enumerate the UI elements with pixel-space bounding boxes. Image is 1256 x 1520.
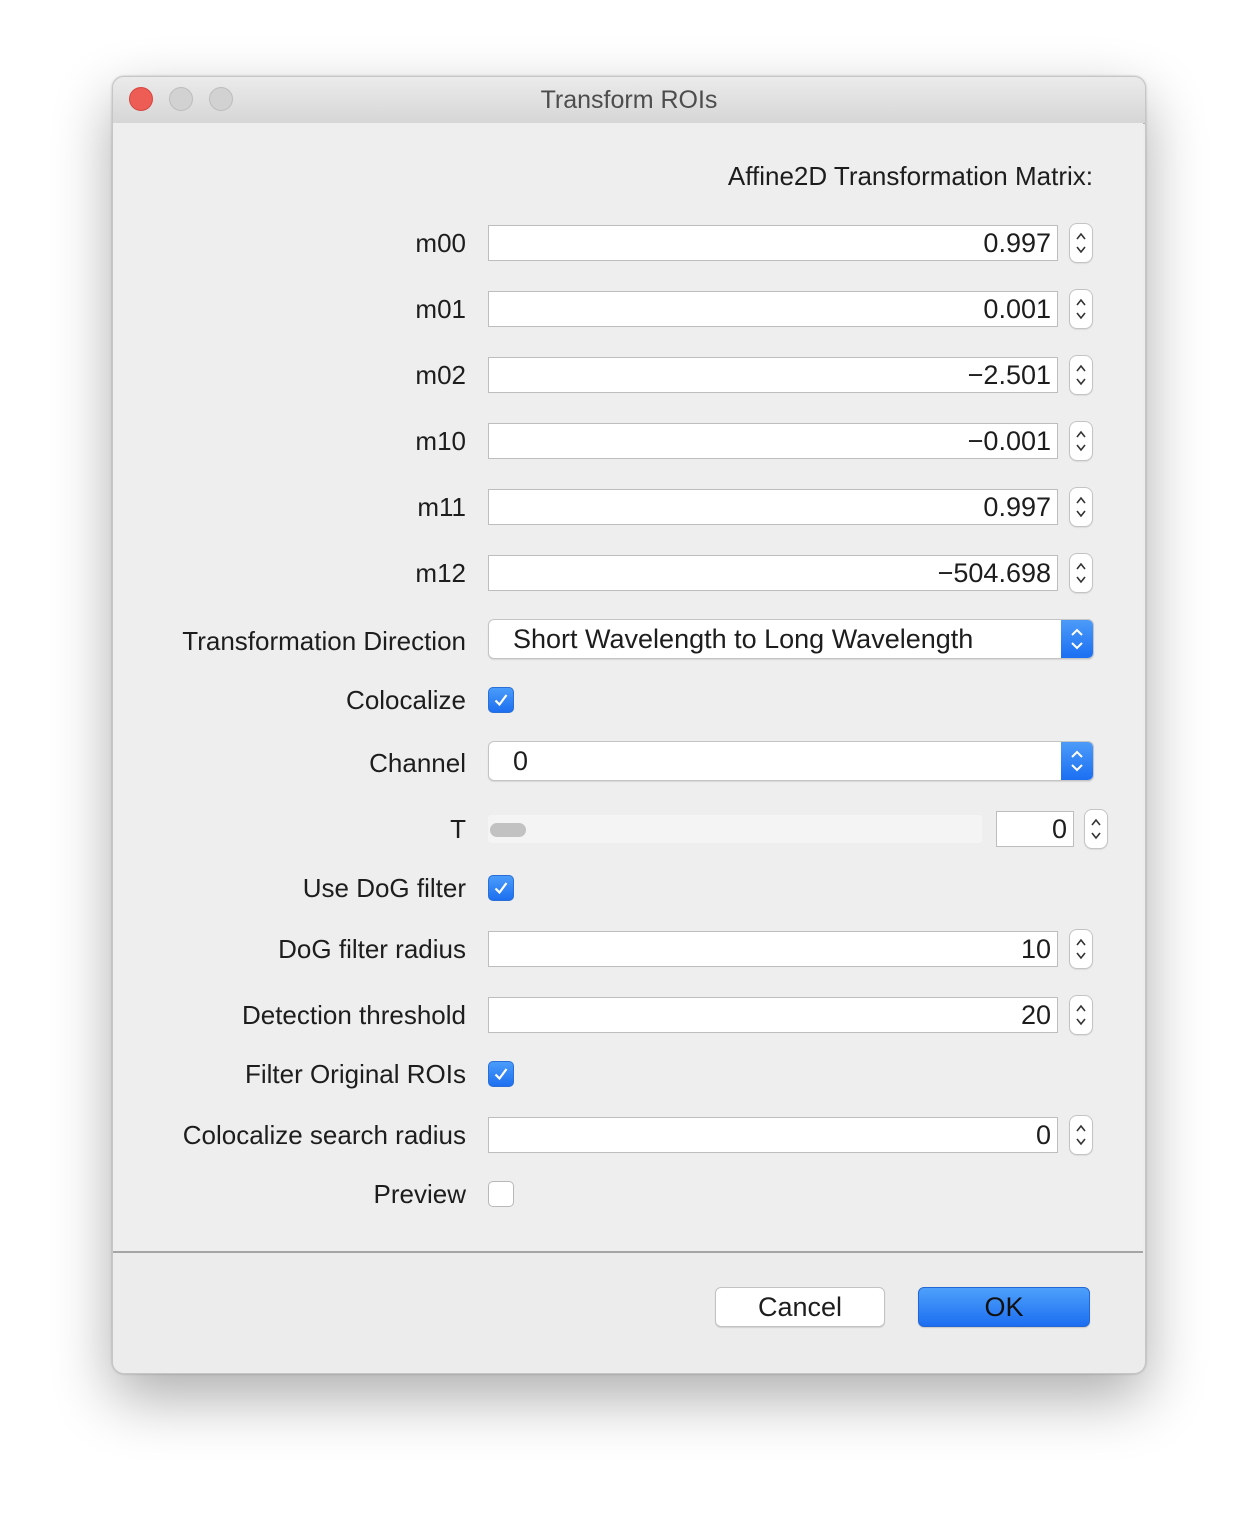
- m12-stepper[interactable]: [1069, 553, 1093, 593]
- m02-label: m02: [415, 360, 466, 390]
- channel-label: Channel: [369, 748, 466, 778]
- stepper-arrows-icon: [1076, 496, 1086, 518]
- detection-threshold-field[interactable]: 20: [488, 997, 1058, 1033]
- m02-field[interactable]: −2.501: [488, 357, 1058, 393]
- search-radius-label: Colocalize search radius: [182, 1120, 466, 1150]
- direction-value: Short Wavelength to Long Wavelength: [513, 624, 974, 654]
- stepper-arrows-icon: [1091, 818, 1101, 840]
- checkmark-icon: [494, 1068, 508, 1081]
- m11-label: m11: [417, 492, 466, 522]
- form-panel: Affine2D Transformation Matrix: m00 0.99…: [113, 123, 1143, 1253]
- colocalize-label: Colocalize: [346, 685, 466, 715]
- m10-field[interactable]: −0.001: [488, 423, 1058, 459]
- channel-value: 0: [513, 746, 529, 776]
- m01-stepper[interactable]: [1069, 289, 1093, 329]
- dog-radius-field[interactable]: 10: [488, 931, 1058, 967]
- m12-label: m12: [415, 558, 466, 588]
- window-title: Transform ROIs: [540, 86, 718, 114]
- channel-select[interactable]: 0: [488, 741, 1094, 781]
- ok-button[interactable]: OK: [918, 1287, 1090, 1327]
- colocalize-checkbox[interactable]: [488, 687, 514, 713]
- m10-stepper[interactable]: [1069, 421, 1093, 461]
- checkmark-icon: [494, 882, 508, 895]
- m02-stepper[interactable]: [1069, 355, 1093, 395]
- detection-threshold-stepper[interactable]: [1069, 995, 1093, 1035]
- detection-threshold-label: Detection threshold: [241, 1000, 466, 1030]
- select-arrows-icon: [1061, 620, 1093, 658]
- preview-checkbox[interactable]: [488, 1181, 514, 1207]
- m10-label: m10: [415, 426, 466, 456]
- checkmark-icon: [494, 694, 508, 707]
- dialog-window: Transform ROIs Affine2D Transformation M…: [112, 76, 1146, 1374]
- t-label: T: [450, 814, 466, 844]
- stepper-arrows-icon: [1076, 232, 1086, 254]
- title-bar[interactable]: Transform ROIs: [113, 77, 1145, 124]
- stepper-arrows-icon: [1076, 1124, 1086, 1146]
- preview-label: Preview: [373, 1179, 466, 1209]
- m00-label: m00: [415, 228, 466, 258]
- filter-original-checkbox[interactable]: [488, 1061, 514, 1087]
- stepper-arrows-icon: [1076, 430, 1086, 452]
- matrix-heading: Affine2D Transformation Matrix:: [727, 161, 1093, 191]
- use-dog-checkbox[interactable]: [488, 875, 514, 901]
- direction-label: Transformation Direction: [182, 626, 466, 656]
- stepper-arrows-icon: [1076, 364, 1086, 386]
- dog-radius-stepper[interactable]: [1069, 929, 1093, 969]
- t-field[interactable]: 0: [996, 811, 1074, 847]
- t-slider-thumb[interactable]: [490, 823, 526, 837]
- filter-original-label: Filter Original ROIs: [244, 1059, 466, 1089]
- search-radius-field[interactable]: 0: [488, 1117, 1058, 1153]
- stepper-arrows-icon: [1076, 298, 1086, 320]
- stepper-arrows-icon: [1076, 562, 1086, 584]
- m01-label: m01: [415, 294, 466, 324]
- direction-select[interactable]: Short Wavelength to Long Wavelength: [488, 619, 1094, 659]
- use-dog-label: Use DoG filter: [302, 873, 466, 903]
- stepper-arrows-icon: [1076, 938, 1086, 960]
- m11-stepper[interactable]: [1069, 487, 1093, 527]
- m00-field[interactable]: 0.997: [488, 225, 1058, 261]
- t-slider[interactable]: [488, 815, 982, 843]
- search-radius-stepper[interactable]: [1069, 1115, 1093, 1155]
- t-stepper[interactable]: [1084, 809, 1108, 849]
- m12-field[interactable]: −504.698: [488, 555, 1058, 591]
- dog-radius-label: DoG filter radius: [278, 934, 466, 964]
- m01-field[interactable]: 0.001: [488, 291, 1058, 327]
- m00-stepper[interactable]: [1069, 223, 1093, 263]
- m11-field[interactable]: 0.997: [488, 489, 1058, 525]
- select-arrows-icon: [1061, 742, 1093, 780]
- stepper-arrows-icon: [1076, 1004, 1086, 1026]
- button-bar: Cancel OK: [113, 1253, 1143, 1373]
- cancel-button[interactable]: Cancel: [715, 1287, 885, 1327]
